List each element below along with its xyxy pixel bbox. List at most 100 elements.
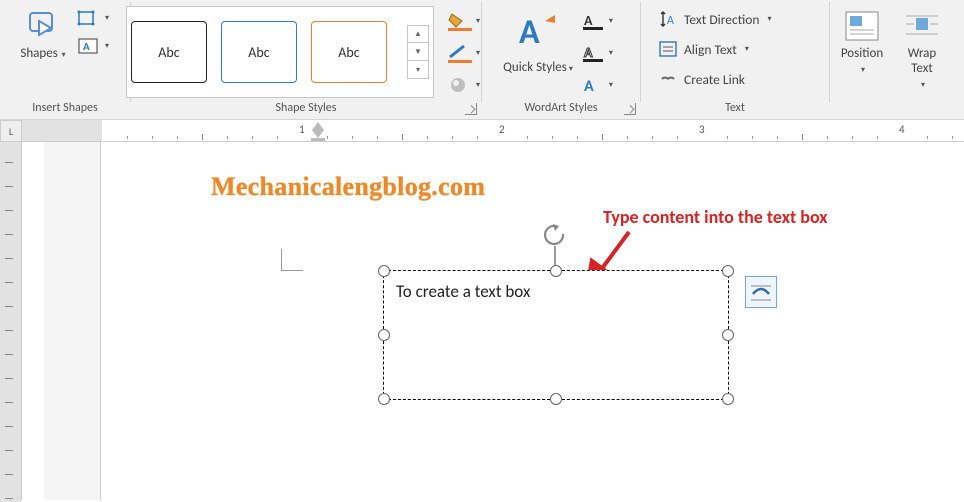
ruler-number: 3 bbox=[699, 123, 705, 136]
ruler-tick bbox=[5, 234, 13, 235]
ruler-tick bbox=[5, 450, 13, 451]
resize-handle-b[interactable] bbox=[550, 393, 562, 405]
ruler-tick bbox=[477, 136, 478, 139]
text-direction-button[interactable]: A Text Direction ▾ bbox=[658, 6, 812, 32]
shape-effects-icon bbox=[446, 75, 474, 95]
shapes-icon bbox=[22, 6, 64, 46]
ruler-tick bbox=[5, 258, 13, 259]
chevron-down-icon: ▾ bbox=[105, 13, 109, 23]
ruler-tick bbox=[5, 282, 13, 283]
group-label-insert-shapes: Insert Shapes bbox=[0, 101, 130, 115]
position-button[interactable]: Position▾ bbox=[830, 0, 894, 76]
ruler-tick bbox=[877, 136, 878, 139]
ruler-tick bbox=[652, 136, 653, 139]
align-text-icon bbox=[658, 39, 678, 59]
tab-selector-label: L bbox=[9, 125, 13, 138]
text-outline-button[interactable]: A▾ bbox=[577, 40, 617, 66]
svg-text:A: A bbox=[667, 14, 674, 28]
svg-text:A: A bbox=[584, 77, 594, 95]
ruler-tick bbox=[727, 136, 728, 139]
position-icon bbox=[842, 6, 882, 46]
edit-shape-icon bbox=[77, 8, 103, 28]
resize-handle-tl[interactable] bbox=[378, 265, 390, 277]
resize-handle-br[interactable] bbox=[722, 393, 734, 405]
selected-textbox[interactable]: To create a text box bbox=[383, 270, 729, 400]
resize-handle-l[interactable] bbox=[378, 329, 390, 341]
layout-options-icon bbox=[749, 280, 773, 304]
text-direction-label: Text Direction bbox=[684, 11, 759, 28]
tab-selector[interactable]: L bbox=[0, 120, 22, 142]
preset-label: Abc bbox=[248, 44, 269, 61]
shape-style-preset-2[interactable]: Abc bbox=[221, 21, 297, 83]
ruler-number: 2 bbox=[499, 123, 505, 136]
ruler-tick bbox=[252, 136, 253, 139]
ruler-number: 4 bbox=[899, 123, 905, 136]
draw-textbox-button[interactable]: A▾ bbox=[75, 34, 111, 58]
wrap-text-button[interactable]: Wrap Text▾ bbox=[894, 0, 950, 91]
hanging-indent-marker[interactable] bbox=[312, 130, 324, 138]
page[interactable]: Mechanicalengblog.com Type content into … bbox=[100, 142, 964, 500]
preset-label: Abc bbox=[158, 44, 179, 61]
layout-options-button[interactable] bbox=[745, 276, 777, 308]
text-fill-button[interactable]: A▾ bbox=[577, 8, 617, 34]
annotation-callout: Type content into the text box bbox=[603, 206, 828, 228]
document-area[interactable]: Mechanicalengblog.com Type content into … bbox=[22, 142, 964, 500]
resize-handle-r[interactable] bbox=[722, 329, 734, 341]
textbox-content[interactable]: To create a text box bbox=[384, 271, 728, 312]
textbox-new-icon: A bbox=[77, 36, 103, 56]
gallery-scroll-down[interactable]: ▼ bbox=[407, 43, 429, 61]
shape-styles-dialog-launcher[interactable] bbox=[465, 103, 477, 115]
ruler-tick bbox=[152, 136, 153, 139]
position-label: Position bbox=[841, 46, 883, 61]
group-shape-styles: Abc Abc Abc ▲ ▼ ▾ ▾ ▾ ▾ Shape Styles bbox=[131, 0, 481, 119]
ruler-tick bbox=[5, 330, 13, 331]
align-text-button[interactable]: Align Text▾ bbox=[658, 36, 812, 62]
wordart-a-icon: A bbox=[515, 9, 561, 55]
ruler-tick bbox=[577, 136, 578, 139]
shape-style-preset-1[interactable]: Abc bbox=[131, 21, 207, 83]
shape-fill-button[interactable]: ▾ bbox=[444, 8, 482, 34]
ruler-tick bbox=[627, 136, 628, 139]
quick-styles-button[interactable]: A bbox=[512, 4, 564, 60]
gallery-scroll-up[interactable]: ▲ bbox=[407, 25, 429, 43]
resize-handle-tr[interactable] bbox=[722, 265, 734, 277]
chevron-down-icon: ▾ bbox=[105, 41, 109, 51]
ruler-margin-shade bbox=[22, 120, 102, 141]
ruler-tick bbox=[677, 136, 678, 139]
shape-style-preset-3[interactable]: Abc bbox=[311, 21, 387, 83]
text-effects-button[interactable]: A▾ bbox=[577, 72, 617, 98]
ruler-tick bbox=[5, 306, 13, 307]
ruler-tick bbox=[527, 136, 528, 139]
gallery-more-button[interactable]: ▾ bbox=[407, 61, 429, 79]
margin-corner-mark bbox=[281, 249, 303, 271]
chevron-down-icon: ▾ bbox=[609, 16, 613, 26]
shapes-split-button[interactable]: Shapes ▾ bbox=[13, 2, 73, 61]
ribbon: Shapes ▾ ▾ A▾ Insert Shapes Abc Abc Abc … bbox=[0, 0, 964, 120]
horizontal-ruler[interactable]: 1 2 3 4 bbox=[22, 120, 964, 142]
ruler-tick bbox=[402, 134, 403, 140]
ruler-tick bbox=[5, 210, 13, 211]
vertical-ruler[interactable] bbox=[0, 142, 22, 500]
text-outline-icon: A bbox=[581, 43, 607, 63]
wordart-dialog-launcher[interactable] bbox=[624, 103, 636, 115]
ruler-tick bbox=[352, 136, 353, 139]
ruler-tick bbox=[602, 134, 603, 140]
ruler-tick bbox=[5, 474, 13, 475]
edit-shape-button[interactable]: ▾ bbox=[75, 6, 111, 30]
ruler-tick bbox=[5, 162, 13, 163]
resize-handle-t[interactable] bbox=[550, 265, 562, 277]
shape-style-gallery[interactable]: Abc Abc Abc ▲ ▼ ▾ bbox=[126, 6, 434, 98]
ruler-tick bbox=[5, 498, 13, 499]
svg-text:A: A bbox=[584, 44, 593, 61]
ruler-number: 1 bbox=[299, 123, 305, 136]
create-link-button[interactable]: Create Link bbox=[658, 66, 812, 92]
ruler-tick bbox=[5, 186, 13, 187]
resize-handle-bl[interactable] bbox=[378, 393, 390, 405]
first-line-indent-marker[interactable] bbox=[312, 122, 324, 130]
quick-styles-label: Quick Styles bbox=[503, 60, 567, 75]
chevron-down-icon: ▾ bbox=[767, 14, 771, 24]
shape-outline-button[interactable]: ▾ bbox=[444, 40, 482, 66]
shapes-label: Shapes bbox=[20, 46, 57, 61]
group-label-wordart: WordArt Styles bbox=[482, 101, 640, 115]
shape-effects-button[interactable]: ▾ bbox=[444, 72, 482, 98]
